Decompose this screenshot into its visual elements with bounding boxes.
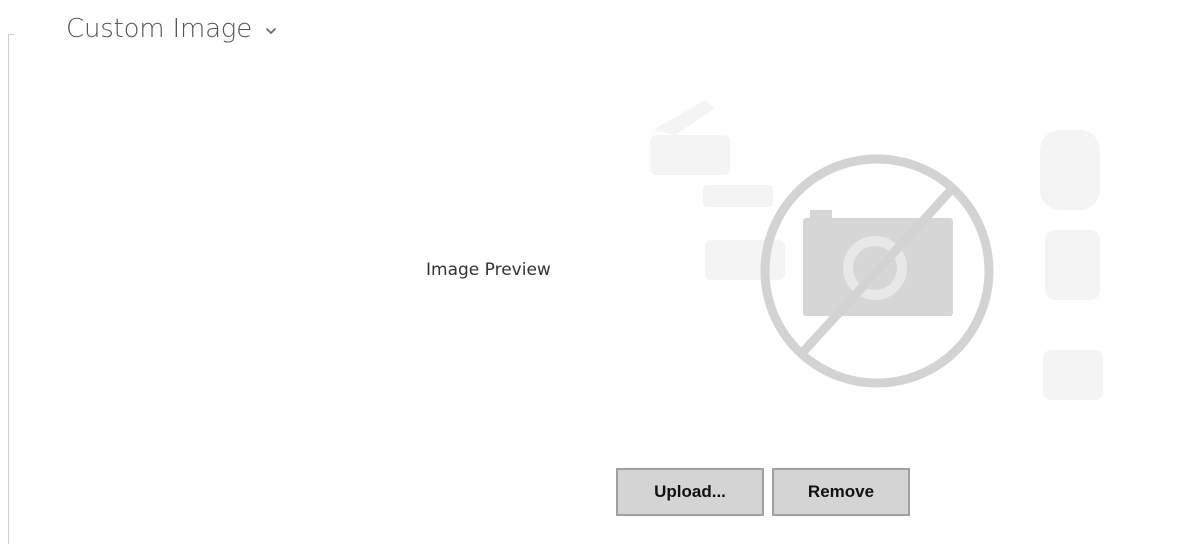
- no-image-icon: [650, 100, 1103, 400]
- image-preview-area: [645, 90, 1110, 420]
- section-title: Custom Image: [66, 14, 252, 44]
- remove-button[interactable]: Remove: [772, 468, 910, 516]
- section-header-custom-image[interactable]: Custom Image: [66, 12, 278, 46]
- chevron-down-icon: [266, 28, 276, 34]
- section-bracket: [8, 34, 14, 544]
- upload-button[interactable]: Upload...: [616, 468, 764, 516]
- image-preview-label: Image Preview: [426, 260, 551, 280]
